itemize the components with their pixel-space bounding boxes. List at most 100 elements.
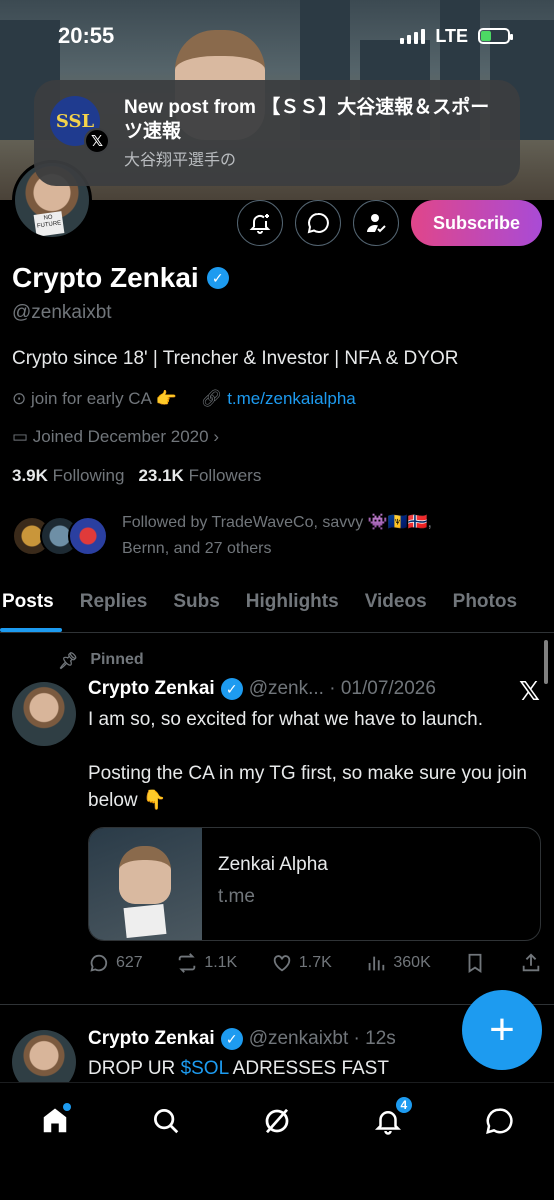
post-author[interactable]: Crypto Zenkai xyxy=(88,1028,215,1050)
bell-plus-icon xyxy=(249,214,271,234)
reply-count: 627 xyxy=(116,954,143,971)
post-actions: 627 1.1K 1.7K 360K xyxy=(88,952,542,974)
post-text-before: DROP UR xyxy=(88,1058,181,1079)
views-button[interactable]: 360K xyxy=(365,952,431,974)
profile-bio: Crypto since 18' | Trencher & Investor |… xyxy=(12,348,459,369)
post-text-line1: I am so, so excited for what we have to … xyxy=(88,709,483,730)
tab-photos[interactable]: Photos xyxy=(440,585,530,632)
following-count: 3.9K xyxy=(12,466,48,485)
plus-icon: + xyxy=(489,1005,515,1054)
post-header: Crypto Zenkai ✓ @zenk... · 01/07/2026 xyxy=(88,678,436,700)
tab-posts[interactable]: Posts xyxy=(0,585,67,632)
pin-icon: 📌︎ xyxy=(58,653,79,670)
followers-count: 23.1K xyxy=(138,466,184,485)
website-link-text[interactable]: t.me/zenkaialpha xyxy=(227,389,356,408)
calendar-icon: ▭ xyxy=(12,427,29,446)
following-label: Following xyxy=(52,466,125,485)
tab-replies[interactable]: Replies xyxy=(67,585,161,632)
followed-by[interactable]: Followed by TradeWaveCo, savvy 👾🇧🇧🇳🇴, Be… xyxy=(12,510,482,562)
pinned-indicator: 📌︎ Pinned xyxy=(58,651,144,671)
post-text-after: ADRESSES FAST xyxy=(228,1058,389,1079)
notification-count-badge: 4 xyxy=(393,1095,414,1115)
search-icon xyxy=(154,1109,179,1134)
follower-avatars xyxy=(12,516,108,556)
message-button[interactable] xyxy=(294,200,341,246)
following-status-button[interactable] xyxy=(352,200,399,246)
link-card-url: t.me xyxy=(218,886,255,907)
post-text-line2: Posting the CA in my TG first, so make s… xyxy=(88,763,527,811)
like-button[interactable]: 1.7K xyxy=(271,952,332,974)
share-button[interactable] xyxy=(520,952,542,974)
notification-body: 大谷翔平選手の xyxy=(124,152,237,169)
profile-tabs: Posts Replies Subs Highlights Videos Pho… xyxy=(0,585,554,633)
status-time: 20:55 xyxy=(58,23,115,48)
verified-badge-icon: ✓ xyxy=(220,678,243,700)
post-author[interactable]: Crypto Zenkai xyxy=(88,678,215,700)
bottom-nav: 4 xyxy=(0,1082,554,1200)
share-icon xyxy=(522,953,540,972)
nav-home[interactable] xyxy=(35,1101,75,1141)
post-handle-time: @zenkaixbt · 12s xyxy=(248,1028,396,1049)
chat-bubble-icon xyxy=(485,1108,513,1135)
profile-name: Crypto Zenkai xyxy=(12,262,199,293)
scrollbar[interactable] xyxy=(544,640,548,684)
nav-grok[interactable] xyxy=(257,1101,297,1141)
verified-badge-icon: ✓ xyxy=(220,1028,243,1050)
notification-title: New post from 【ＳＳ】大谷速報＆スポーツ速報 xyxy=(124,97,490,142)
profile-handle: @zenkaixbt xyxy=(12,302,112,323)
following-link[interactable]: 3.9K Following xyxy=(12,466,124,486)
location-text: join for early CA 👉 xyxy=(30,389,177,408)
nav-search[interactable] xyxy=(146,1101,186,1141)
post-text[interactable]: I am so, so excited for what we have to … xyxy=(88,706,544,814)
tab-subs[interactable]: Subs xyxy=(160,585,232,632)
notification-app-icon: SSL 𝕏 xyxy=(50,96,110,154)
x-logo-icon: 𝕏 xyxy=(519,676,540,706)
location-item: ⊙ join for early CA 👉 xyxy=(12,389,177,409)
x-logo-icon: 𝕏 xyxy=(84,128,110,154)
pinned-label: Pinned xyxy=(90,651,144,668)
website-link[interactable]: 🔗︎ t.me/zenkaialpha xyxy=(201,389,356,409)
reply-button[interactable]: 627 xyxy=(88,952,143,974)
joined-date[interactable]: ▭ Joined December 2020 › xyxy=(12,427,219,447)
link-card-title: Zenkai Alpha xyxy=(218,854,328,875)
link-card-image xyxy=(89,828,202,940)
person-check-icon xyxy=(366,214,386,233)
repost-button[interactable]: 1.1K xyxy=(176,952,237,974)
verified-badge-icon: ✓ xyxy=(206,267,229,289)
reply-icon xyxy=(90,954,108,972)
tab-videos[interactable]: Videos xyxy=(352,585,440,632)
nav-messages[interactable] xyxy=(479,1101,519,1141)
tab-highlights[interactable]: Highlights xyxy=(233,585,352,632)
grok-icon xyxy=(265,1108,289,1134)
like-count: 1.7K xyxy=(298,954,332,971)
post-header: Crypto Zenkai ✓ @zenkaixbt · 12s xyxy=(88,1028,396,1050)
signal-icon xyxy=(400,28,426,44)
network-label: LTE xyxy=(435,25,468,46)
joined-text: Joined December 2020 xyxy=(32,427,209,446)
view-count: 360K xyxy=(393,954,431,971)
bookmark-button[interactable] xyxy=(464,952,486,974)
chat-bubble-icon xyxy=(307,212,329,234)
notify-bell-button[interactable] xyxy=(236,200,283,246)
post-avatar[interactable] xyxy=(12,682,76,746)
status-bar: 20:55 LTE xyxy=(0,0,554,72)
link-icon: 🔗︎ xyxy=(200,389,223,408)
compose-button[interactable]: + xyxy=(462,990,542,1070)
cashtag-link[interactable]: $SOL xyxy=(181,1058,229,1079)
followers-link[interactable]: 23.1K Followers xyxy=(138,466,261,486)
repost-icon xyxy=(179,953,196,973)
bar-chart-icon xyxy=(369,956,385,971)
followed-by-line2: Bernn, and 27 others xyxy=(122,540,272,557)
repost-count: 1.1K xyxy=(204,954,238,971)
battery-icon xyxy=(478,28,513,44)
subscribe-button[interactable]: Subscribe xyxy=(410,200,542,246)
nav-notifications[interactable]: 4 xyxy=(368,1095,414,1141)
post-handle-date: @zenk... · 01/07/2026 xyxy=(248,678,436,699)
chevron-right-icon: › xyxy=(213,427,219,446)
push-notification[interactable]: SSL 𝕏 New post from 【ＳＳ】大谷速報＆スポーツ速報 大谷翔平… xyxy=(34,80,520,186)
followers-label: Followers xyxy=(188,466,262,485)
link-card[interactable]: Zenkai Alpha t.me xyxy=(88,827,541,941)
followed-by-line1: Followed by TradeWaveCo, savvy 👾🇧🇧🇳🇴, xyxy=(122,514,432,531)
bookmark-icon xyxy=(468,953,482,973)
location-pin-icon: ⊙ xyxy=(12,389,27,408)
